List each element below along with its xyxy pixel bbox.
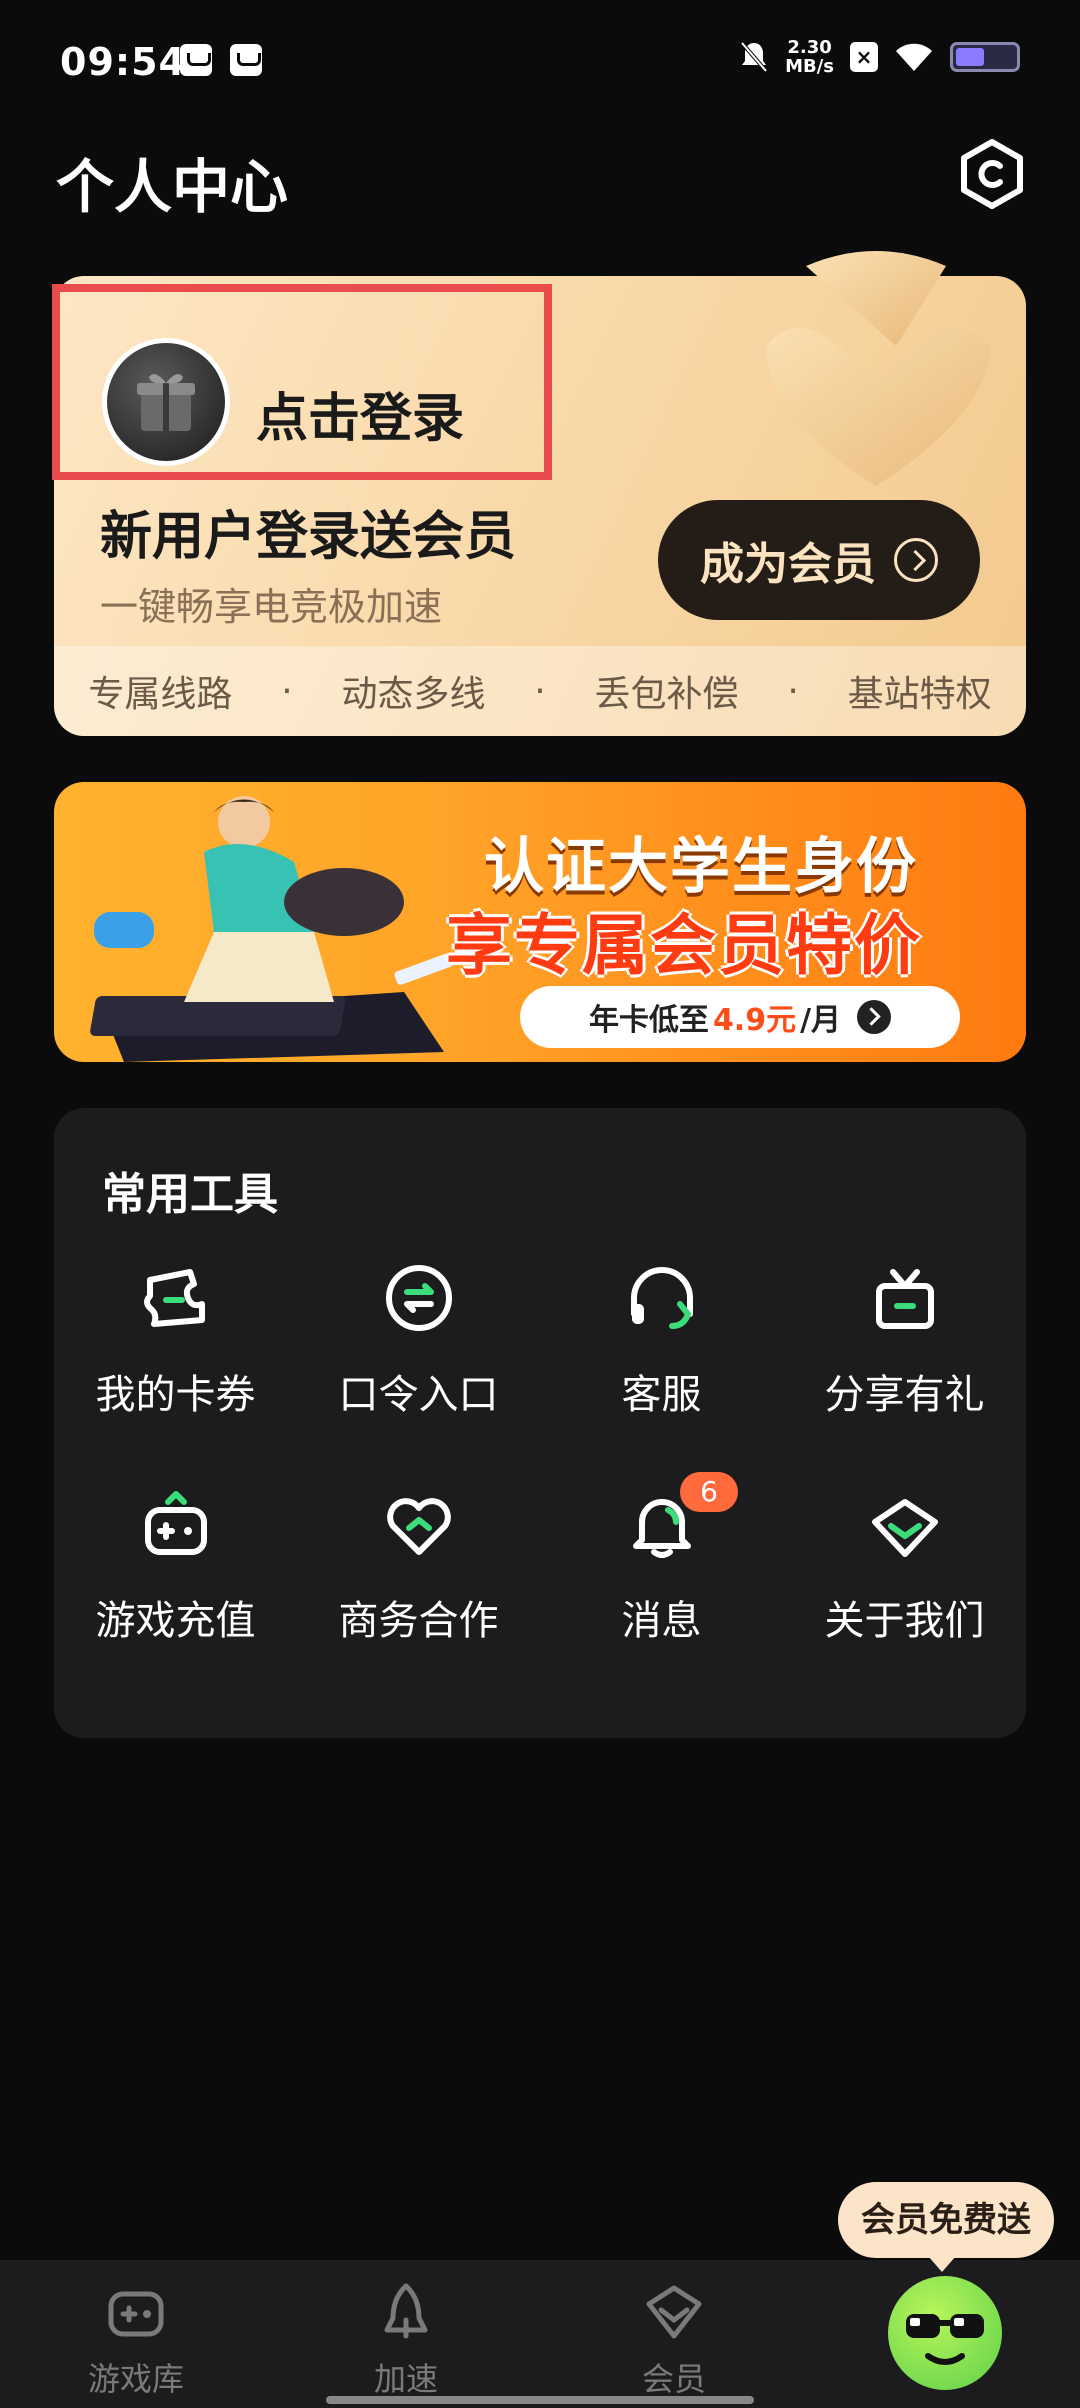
tool-label: 客服 — [621, 1372, 702, 1418]
sim-x-icon: × — [850, 42, 878, 72]
nav-game-library[interactable]: 游戏库 — [46, 2280, 226, 2400]
tools-grid: 我的卡券 口令入口 客服 分享有礼 游戏充值 商务合作 消息 6 关于我们 — [54, 1258, 1026, 1646]
gesture-bar — [326, 2396, 754, 2404]
avatar[interactable] — [102, 338, 230, 466]
banner-price-pill[interactable]: 年卡低至 4.9元 /月 — [520, 986, 960, 1048]
status-notification-icons — [180, 44, 262, 76]
headset-icon — [630, 1267, 693, 1329]
member-card[interactable]: 专属线路 · 动态多线 · 丢包补偿 · 基站特权 点击登录 新用户登录送会员 … — [52, 251, 1026, 736]
nav-label: 游戏库 — [87, 2360, 184, 2398]
heart-icon — [386, 1498, 451, 1555]
become-member-button[interactable]: 成为会员 — [658, 500, 980, 620]
separator: · — [534, 670, 546, 712]
chevron-right-icon — [894, 538, 938, 582]
status-bar: 09:54 2.30 MB/s × — [0, 0, 1080, 128]
mail-icon — [230, 44, 262, 76]
tool-label: 关于我们 — [824, 1598, 985, 1644]
benefit-list: 专属线路 · 动态多线 · 丢包补偿 · 基站特权 — [54, 646, 1026, 736]
member-logo-decoration — [766, 251, 991, 486]
mute-icon — [740, 41, 768, 73]
nav-accelerate[interactable]: 加速 — [316, 2280, 496, 2400]
tool-messages[interactable]: 消息 6 — [540, 1472, 783, 1646]
tool-my-coupons[interactable]: 我的卡券 — [54, 1258, 297, 1420]
nav-label: 加速 — [373, 2360, 438, 2398]
tool-label: 我的卡券 — [95, 1372, 256, 1418]
tool-code-entry[interactable]: 口令入口 — [297, 1258, 540, 1420]
member-icon — [646, 2285, 702, 2339]
tool-label: 分享有礼 — [824, 1372, 985, 1418]
tool-share-reward[interactable]: 分享有礼 — [783, 1258, 1026, 1420]
pill-price: 4.9元 — [712, 1003, 797, 1038]
store-icon — [180, 44, 212, 76]
logo-icon — [871, 1499, 938, 1557]
free-member-bubble[interactable]: 会员免费送 — [838, 2182, 1054, 2272]
tool-label: 游戏充值 — [95, 1598, 256, 1644]
wifi-icon — [896, 43, 932, 71]
battery-icon — [950, 42, 1020, 72]
pill-suffix: /月 — [800, 1003, 842, 1038]
benefit-item: 专属线路 — [88, 674, 233, 715]
coupon-icon — [143, 1269, 205, 1327]
tool-label: 商务合作 — [338, 1598, 499, 1644]
tool-customer-service[interactable]: 客服 — [540, 1258, 783, 1420]
gamepad-icon — [144, 1491, 207, 1555]
tool-about-us[interactable]: 关于我们 — [783, 1484, 1026, 1646]
gift-icon — [875, 1269, 934, 1329]
tool-business-cooperation[interactable]: 商务合作 — [297, 1484, 540, 1646]
benefit-item: 基站特权 — [847, 674, 992, 715]
exchange-icon — [385, 1265, 452, 1331]
common-tools-card: 常用工具 我的卡券 口令入口 客服 分享有礼 游戏充值 商务合作 消息 6 关于… — [54, 1108, 1026, 1738]
become-member-label: 成为会员 — [700, 539, 876, 590]
promo-subtitle: 一键畅享电竞极加速 — [100, 585, 443, 629]
tool-game-topup[interactable]: 游戏充值 — [54, 1484, 297, 1646]
tools-title: 常用工具 — [102, 1169, 278, 1220]
benefit-item: 动态多线 — [341, 674, 486, 715]
mascot-face-icon — [906, 2314, 984, 2365]
net-speed-value: 2.30 — [787, 37, 832, 58]
settings-icon[interactable] — [956, 138, 1028, 210]
gift-avatar-icon — [137, 374, 195, 431]
separator: · — [787, 670, 799, 712]
page-title: 个人中心 — [56, 153, 289, 221]
net-speed: 2.30 MB/s — [785, 38, 834, 76]
status-right: 2.30 MB/s × — [739, 38, 1020, 76]
student-illustration — [90, 796, 454, 1062]
message-count-badge: 6 — [680, 1472, 738, 1512]
separator: · — [281, 670, 293, 712]
nav-member[interactable]: 会员 — [584, 2280, 764, 2400]
promo-title: 新用户登录送会员 — [100, 507, 517, 567]
banner-subheadline: 享专属会员特价 — [446, 907, 922, 984]
mascot-button[interactable] — [888, 2276, 1002, 2390]
net-speed-unit: MB/s — [785, 56, 834, 77]
benefit-item: 丢包补偿 — [594, 674, 739, 715]
rocket-icon — [384, 2283, 428, 2339]
nav-label: 会员 — [641, 2360, 706, 2398]
login-button[interactable]: 点击登录 — [256, 376, 464, 451]
student-promo-banner[interactable]: 认证大学生身份 享专属会员特价 年卡低至 4.9元 /月 — [54, 782, 1026, 1062]
chevron-right-icon — [857, 1000, 892, 1034]
pill-prefix: 年卡低至 — [588, 1003, 709, 1038]
tool-label: 消息 — [621, 1598, 702, 1644]
status-time: 09:54 — [60, 40, 186, 84]
game-library-icon — [108, 2291, 164, 2337]
tool-label: 口令入口 — [338, 1372, 499, 1418]
